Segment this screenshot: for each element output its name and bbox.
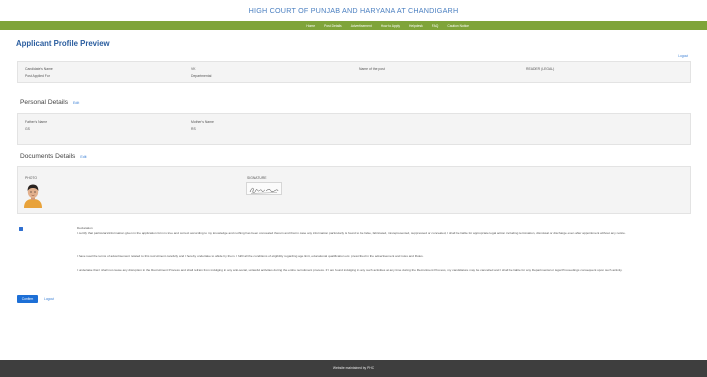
mother-name-value: RS <box>191 127 196 131</box>
personal-details-panel: Father's Name GS Mother's Name RS <box>17 113 691 145</box>
nav-faq[interactable]: FAQ <box>432 24 439 28</box>
declaration-checkbox[interactable] <box>19 227 23 231</box>
declaration-para-2: I have read the terms of advertisement r… <box>77 254 424 258</box>
nav-advertisement[interactable]: Advertisement <box>351 24 372 28</box>
confirm-button[interactable]: Confirm <box>17 295 38 303</box>
father-name-label: Father's Name <box>25 120 48 124</box>
signature-label: SIGNATURE <box>247 176 267 180</box>
main-navbar: Home Post Details Advertisement How to A… <box>0 21 707 30</box>
declaration-para-1: I certify that particulars/information g… <box>77 231 626 235</box>
personal-details-heading: Personal Details Edit <box>20 99 79 106</box>
page-footer: Website maintained by PHC <box>0 360 707 377</box>
footer-text: Website maintained by PHC <box>332 366 375 370</box>
site-header: HIGH COURT OF PUNJAB AND HARYANA AT CHAN… <box>0 0 707 15</box>
post-applied-label: Post Applied For <box>25 74 50 78</box>
page-title: Applicant Profile Preview <box>16 39 110 48</box>
nav-home[interactable]: Home <box>306 24 315 28</box>
nav-post-details[interactable]: Post Details <box>324 24 342 28</box>
mother-name-label: Mother's Name <box>191 120 214 124</box>
documents-details-heading: Documents Details Edit <box>20 153 87 160</box>
site-title: HIGH COURT OF PUNJAB AND HARYANA AT CHAN… <box>248 6 459 15</box>
nav-helpdesk[interactable]: Helpdesk <box>409 24 423 28</box>
post-name-label: Name of the post <box>359 67 385 71</box>
documents-edit-link[interactable]: Edit <box>80 155 86 159</box>
logout-link-top[interactable]: Logout <box>678 54 688 58</box>
candidate-name-value: VK <box>191 67 196 71</box>
nav-how-to-apply[interactable]: How to Apply <box>381 24 400 28</box>
candidate-name-label: Candidate's Name <box>25 67 53 71</box>
post-name-value: READER (LEGAL) <box>526 67 555 71</box>
photo-label: PHOTO <box>25 176 37 180</box>
logout-link-bottom[interactable]: Logout <box>44 297 54 301</box>
declaration-title: Declaration <box>77 226 93 230</box>
father-name-value: GS <box>25 127 30 131</box>
declaration-para-3: I undertake that I shall not cause any d… <box>77 268 623 272</box>
applicant-signature <box>246 182 282 195</box>
documents-details-title: Documents Details <box>20 153 76 160</box>
nav-caution-notice[interactable]: Caution Notice <box>447 24 469 28</box>
profile-panel: Candidate's Name VK Name of the post REA… <box>17 61 691 83</box>
documents-panel: PHOTO SIGNATURE <box>17 166 691 214</box>
applicant-photo <box>22 182 44 208</box>
personal-edit-link[interactable]: Edit <box>73 101 79 105</box>
personal-details-title: Personal Details <box>20 99 69 106</box>
post-applied-value: Departmental <box>191 74 212 78</box>
